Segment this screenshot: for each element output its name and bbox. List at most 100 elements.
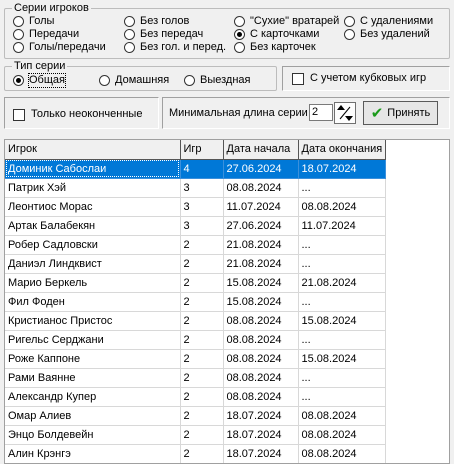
cell-end-date[interactable]: 08.08.2024 [298, 444, 387, 463]
cell-start-date[interactable]: 21.08.2024 [223, 235, 299, 255]
cup-games-checkbox-box[interactable] [292, 72, 304, 85]
table-row[interactable]: Марио Беркель 2 15.08.2024 21.08.2024 [5, 273, 387, 293]
cell-games[interactable]: 3 [180, 178, 224, 198]
min-length-input[interactable]: 2 [309, 104, 333, 121]
cell-player[interactable]: Робер Садловски [5, 235, 181, 255]
cell-end-date[interactable]: ... [298, 178, 387, 198]
column-header-player[interactable]: Игрок [5, 140, 181, 160]
cell-player[interactable]: Рами Ваянне [5, 368, 181, 388]
radio-no-assists[interactable]: Без передач [124, 28, 203, 41]
cell-games[interactable]: 2 [180, 311, 224, 331]
column-header-end-date[interactable]: Дата окончания [298, 140, 387, 160]
cell-start-date[interactable]: 18.07.2024 [223, 425, 299, 445]
table-row[interactable]: Ригельс Серджани 2 08.08.2024... [5, 330, 387, 350]
radio-type-away[interactable]: Выездная [184, 74, 251, 87]
radio-circle[interactable] [184, 75, 195, 86]
radio-type-overall[interactable]: Общая [13, 73, 66, 88]
cell-games[interactable]: 2 [180, 387, 224, 407]
cell-games[interactable]: 2 [180, 425, 224, 445]
cell-player[interactable]: Артак Балабекян [5, 216, 181, 236]
radio-goals-assists[interactable]: Голы/передачи [13, 41, 106, 54]
radio-no-goals[interactable]: Без голов [124, 15, 189, 28]
cell-start-date[interactable]: 11.07.2024 [223, 197, 299, 217]
cell-end-date[interactable]: 15.08.2024 [298, 311, 387, 331]
cell-start-date[interactable]: 15.08.2024 [223, 273, 299, 293]
cell-start-date[interactable]: 08.08.2024 [223, 311, 299, 331]
table-row[interactable]: Алин Крэнгэ 2 18.07.2024 08.08.2024 [5, 444, 387, 463]
radio-circle[interactable] [234, 16, 245, 27]
cell-games[interactable]: 2 [180, 292, 224, 312]
cell-games[interactable]: 2 [180, 368, 224, 388]
table-row[interactable]: Доминик Сабослаи 4 27.06.2024 18.07.2024 [5, 159, 387, 179]
cell-games[interactable]: 4 [180, 159, 224, 179]
cell-start-date[interactable]: 08.08.2024 [223, 349, 299, 369]
radio-no-goals-assists[interactable]: Без гол. и перед. [124, 41, 226, 54]
cell-games[interactable]: 2 [180, 235, 224, 255]
series-grid[interactable]: Игрок Игр Дата начала Дата окончания Дом… [4, 139, 450, 464]
radio-circle[interactable] [13, 16, 24, 27]
table-row[interactable]: Александр Купер 2 08.08.2024... [5, 387, 387, 407]
cell-start-date[interactable]: 18.07.2024 [223, 444, 299, 463]
cell-games[interactable]: 3 [180, 197, 224, 217]
cell-end-date[interactable]: 08.08.2024 [298, 406, 387, 426]
cell-player[interactable]: Патрик Хэй [5, 178, 181, 198]
cell-end-date[interactable]: 11.07.2024 [298, 216, 387, 236]
cell-end-date[interactable]: 18.07.2024 [298, 159, 387, 179]
cell-end-date[interactable]: 08.08.2024 [298, 425, 387, 445]
table-row[interactable]: Энцо Болдевейн 2 18.07.2024 08.08.2024 [5, 425, 387, 445]
cell-player[interactable]: Марио Беркель [5, 273, 181, 293]
radio-circle[interactable] [13, 29, 24, 40]
table-row[interactable]: Фил Фоден 2 15.08.2024... [5, 292, 387, 312]
cell-start-date[interactable]: 08.08.2024 [223, 368, 299, 388]
radio-circle[interactable] [344, 16, 355, 27]
cell-end-date[interactable]: ... [298, 368, 387, 388]
min-length-spinner[interactable] [334, 102, 356, 124]
radio-type-home[interactable]: Домашняя [99, 74, 169, 87]
cell-player[interactable]: Энцо Болдевейн [5, 425, 181, 445]
cell-player[interactable]: Леонтиос Морас [5, 197, 181, 217]
cell-player[interactable]: Александр Купер [5, 387, 181, 407]
table-row[interactable]: Рами Ваянне 2 08.08.2024... [5, 368, 387, 388]
radio-circle[interactable] [344, 29, 355, 40]
cell-player[interactable]: Даниэл Линдквист [5, 254, 181, 274]
cell-end-date[interactable]: ... [298, 387, 387, 407]
cup-games-checkbox[interactable]: С учетом кубковых игр [292, 72, 426, 85]
radio-goals[interactable]: Голы [13, 15, 54, 28]
table-row[interactable]: Кристианос Пристос 2 08.08.2024 15.08.2024 [5, 311, 387, 331]
cell-end-date[interactable]: ... [298, 292, 387, 312]
radio-circle[interactable] [234, 42, 245, 53]
cell-player[interactable]: Кристианос Пристос [5, 311, 181, 331]
cell-start-date[interactable]: 08.08.2024 [223, 387, 299, 407]
cell-games[interactable]: 2 [180, 349, 224, 369]
cell-player[interactable]: Алин Крэнгэ [5, 444, 181, 463]
cell-player[interactable]: Роже Каппоне [5, 349, 181, 369]
table-row[interactable]: Роже Каппоне 2 08.08.2024 15.08.2024 [5, 349, 387, 369]
cell-games[interactable]: 2 [180, 406, 224, 426]
cell-start-date[interactable]: 18.07.2024 [223, 406, 299, 426]
cell-start-date[interactable]: 21.08.2024 [223, 254, 299, 274]
radio-assists[interactable]: Передачи [13, 28, 79, 41]
radio-with-cards[interactable]: С карточками [234, 28, 319, 41]
cell-start-date[interactable]: 15.08.2024 [223, 292, 299, 312]
radio-circle[interactable] [124, 42, 135, 53]
cell-start-date[interactable]: 08.08.2024 [223, 178, 299, 198]
radio-circle[interactable] [99, 75, 110, 86]
cell-end-date[interactable]: 08.08.2024 [298, 197, 387, 217]
radio-with-red-cards[interactable]: С удалениями [344, 15, 433, 28]
cell-end-date[interactable]: 21.08.2024 [298, 273, 387, 293]
cell-games[interactable]: 2 [180, 273, 224, 293]
radio-circle[interactable] [124, 29, 135, 40]
table-row[interactable]: Патрик Хэй 3 08.08.2024... [5, 178, 387, 198]
cell-start-date[interactable]: 08.08.2024 [223, 330, 299, 350]
cell-games[interactable]: 2 [180, 254, 224, 274]
cell-start-date[interactable]: 27.06.2024 [223, 159, 299, 179]
accept-button[interactable]: ✔ Принять [363, 101, 438, 125]
radio-circle[interactable] [13, 42, 24, 53]
table-row[interactable]: Омар Алиев 2 18.07.2024 08.08.2024 [5, 406, 387, 426]
unfinished-only-checkbox[interactable]: Только неоконченные [13, 108, 142, 121]
column-header-start-date[interactable]: Дата начала [223, 140, 299, 160]
cell-end-date[interactable]: ... [298, 330, 387, 350]
table-row[interactable]: Даниэл Линдквист 2 21.08.2024... [5, 254, 387, 274]
radio-circle[interactable] [13, 75, 24, 86]
cell-games[interactable]: 3 [180, 216, 224, 236]
